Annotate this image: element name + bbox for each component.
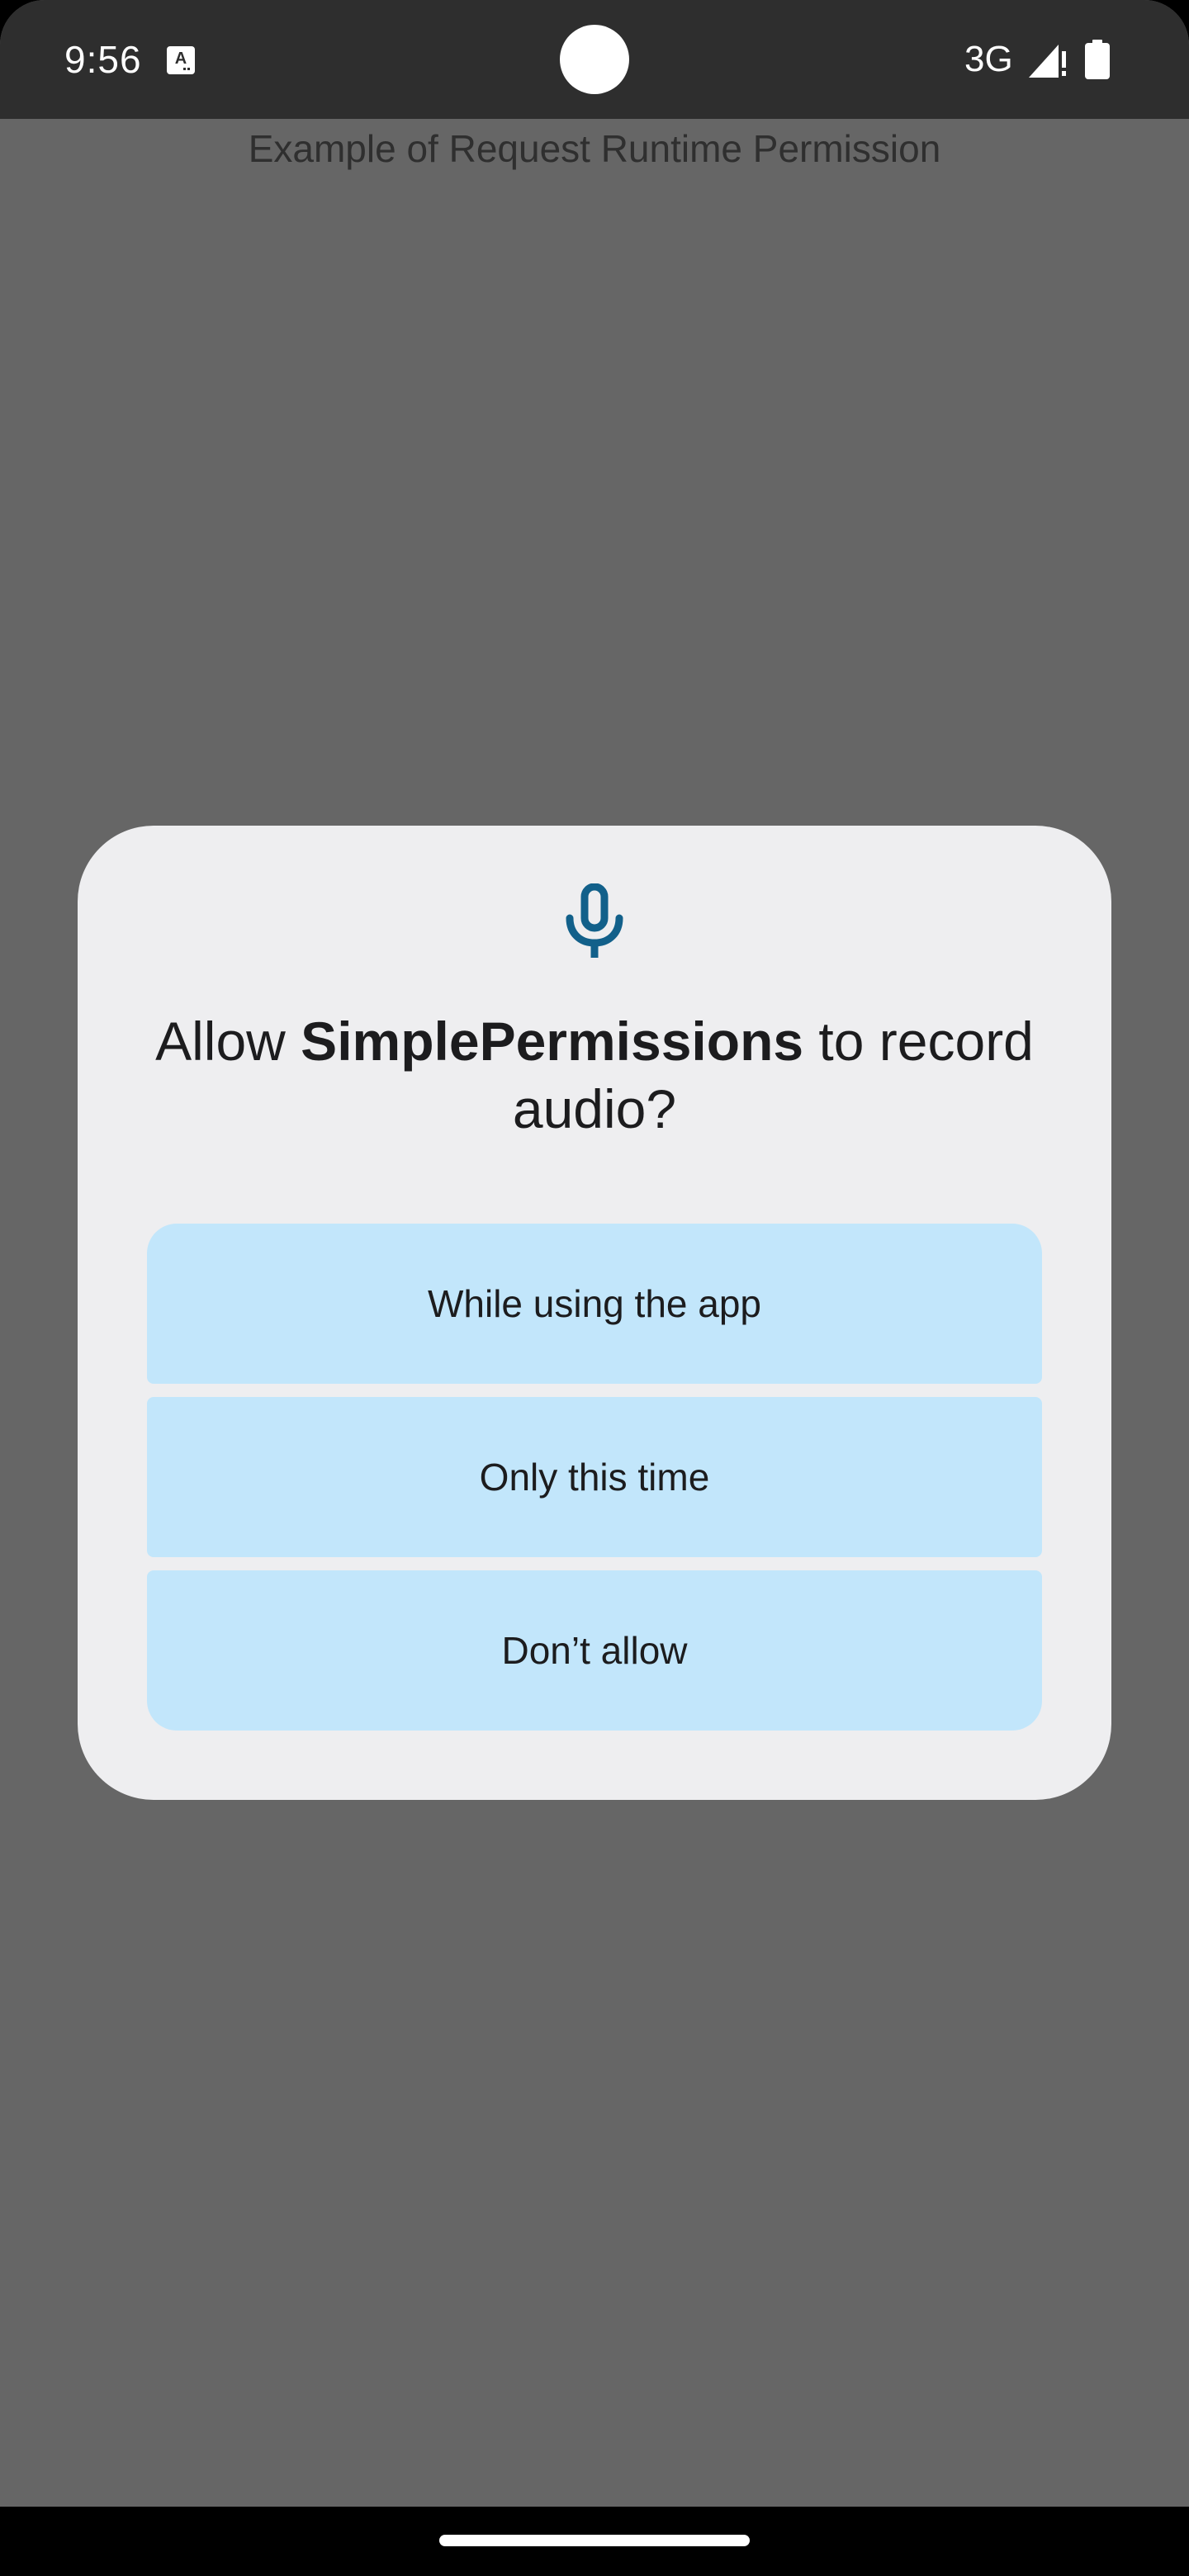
- permission-dialog: Allow SimplePermissions to record audio?…: [78, 826, 1111, 1800]
- status-time: 9:56: [64, 38, 142, 81]
- microphone-icon: [566, 883, 623, 958]
- navigation-bar: [0, 2507, 1189, 2576]
- dialog-title: Allow SimplePermissions to record audio?: [111, 1007, 1078, 1143]
- status-bar: 9:56 A 3G: [0, 0, 1189, 119]
- dialog-title-prefix: Allow: [155, 1011, 301, 1072]
- screen: 9:56 A 3G Example of Request Runtime Per…: [0, 0, 1189, 2576]
- camera-cutout: [560, 25, 629, 94]
- while-using-app-button[interactable]: While using the app: [147, 1224, 1042, 1384]
- dialog-app-name: SimplePermissions: [301, 1011, 804, 1072]
- only-this-time-button[interactable]: Only this time: [147, 1397, 1042, 1557]
- svg-text:A: A: [175, 50, 187, 68]
- home-gesture-handle[interactable]: [439, 2535, 750, 2546]
- battery-icon: [1085, 40, 1110, 79]
- signal-icon: [1029, 45, 1066, 78]
- network-type: 3G: [964, 39, 1013, 79]
- app-title: Example of Request Runtime Permission: [248, 127, 941, 170]
- dont-allow-button[interactable]: Don’t allow: [147, 1570, 1042, 1731]
- text-a-icon: A: [167, 46, 195, 74]
